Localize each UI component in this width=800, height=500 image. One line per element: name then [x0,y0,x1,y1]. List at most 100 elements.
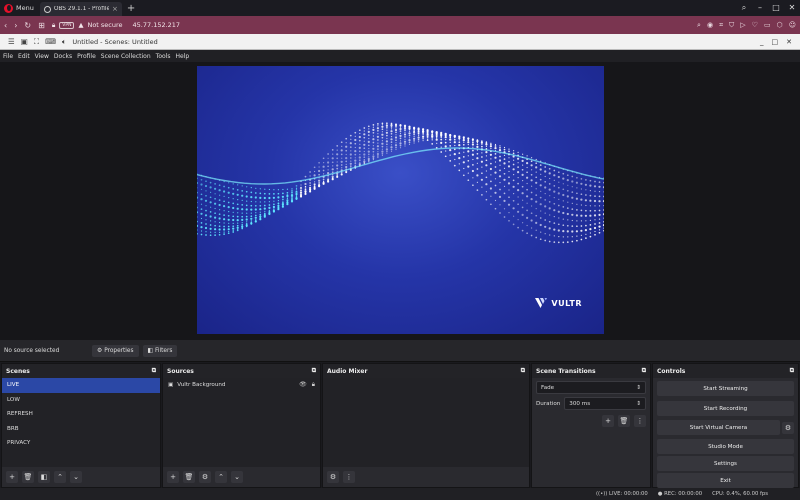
wave-particle [458,139,460,141]
wave-particle [223,228,226,231]
transition-select[interactable]: Fade ⇕ [536,381,646,394]
settings-button[interactable]: Settings [657,456,794,471]
undock-icon[interactable]: ⧉ [312,367,316,375]
wave-particle [598,209,601,212]
extensions-icon[interactable]: ⬡ [777,21,783,30]
shield-icon[interactable]: ⛉ [729,21,734,30]
reload-button[interactable]: ↻ [24,21,31,30]
virtual-camera-settings-icon[interactable]: ⚙ [782,421,794,434]
lock-icon[interactable]: 🔒︎ [312,381,315,389]
speed-dial-icon[interactable]: ⊞ [38,21,45,30]
remove-transition-icon[interactable]: 🗑︎ [618,415,630,427]
menu-view[interactable]: View [35,53,49,60]
fullscreen-icon[interactable]: ⛶ [34,37,39,47]
undock-icon[interactable]: ⧉ [642,367,646,375]
zoom-icon[interactable]: ⌕ [697,21,701,30]
minimize-button[interactable]: – [752,0,768,16]
program-preview[interactable]: VULTR [197,66,604,334]
wave-particle [531,227,533,229]
forward-button[interactable]: › [14,21,17,30]
transition-dropdown[interactable]: Fade ⇕ [536,381,646,394]
wave-particle [458,144,461,147]
scene-item-low[interactable]: LOW [2,393,160,408]
undock-icon[interactable]: ⧉ [521,367,525,375]
wave-particle [358,156,361,159]
scene-item-brb[interactable]: BRB [2,422,160,437]
play-icon[interactable]: ▷ [740,21,745,30]
visibility-eye-icon[interactable]: 👁︎ [299,381,307,389]
maximize-button[interactable]: □ [768,0,784,16]
scene-filters-icon[interactable]: ◧ [38,471,50,483]
wave-particle [205,205,207,207]
remote-maximize-button[interactable]: □ [772,38,779,46]
menu-edit[interactable]: Edit [18,53,30,60]
remote-minimize-button[interactable]: _ [760,38,764,46]
clipboard-icon[interactable]: ▣ [21,37,28,46]
scene-item-refresh[interactable]: REFRESH [2,407,160,422]
remove-source-icon[interactable]: 🗑︎ [183,471,195,483]
source-properties-icon[interactable]: ⚙ [199,471,211,483]
profile-icon[interactable]: ☺ [789,21,796,30]
advanced-audio-icon[interactable]: ⚙ [327,471,339,483]
undock-icon[interactable]: ⧉ [790,367,794,375]
tab-close-icon[interactable]: × [112,5,118,13]
browser-tab[interactable]: OBS 29.1.1 - Profile: U × [39,2,122,16]
back-button[interactable]: ‹ [4,21,7,30]
menu-docks[interactable]: Docks [54,53,72,60]
menu-file[interactable]: File [3,53,13,60]
opera-menu-button[interactable]: Menu [0,0,40,16]
add-source-button[interactable]: + [167,471,179,483]
camera-icon[interactable]: ◉ [707,21,713,30]
studio-mode-button[interactable]: Studio Mode [657,439,794,454]
keyboard-icon[interactable]: ⌨ [45,37,56,46]
hamburger-icon[interactable]: ☰ [8,37,15,46]
wave-particle [463,141,465,143]
menu-tools[interactable]: Tools [156,53,171,60]
wave-particle [408,141,411,144]
spinner-icon[interactable]: ⇕ [636,401,641,407]
wave-particle [453,148,456,151]
vpn-badge[interactable]: VPN [59,21,75,29]
move-down-icon[interactable]: ⌄ [231,471,243,483]
start-recording-button[interactable]: Start Recording [657,401,794,416]
scene-item-privacy[interactable]: PRIVACY [2,436,160,451]
properties-button[interactable]: ⚙ Properties [92,344,139,357]
new-tab-button[interactable]: + [122,3,140,14]
wave-particle [503,199,506,202]
search-tabs-icon[interactable]: ⌕ [736,0,752,16]
move-up-icon[interactable]: ⌃ [215,471,227,483]
add-transition-button[interactable]: + [602,415,614,427]
sound-icon[interactable]: 🔈︎ [62,37,67,47]
remote-close-button[interactable]: ✕ [786,38,792,46]
move-down-icon[interactable]: ⌄ [70,471,82,483]
mixer-menu-icon[interactable]: ⋮ [343,471,355,483]
menu-help[interactable]: Help [175,53,189,60]
start-virtual-camera-button[interactable]: Start Virtual Camera [657,420,780,435]
transition-menu-icon[interactable]: ⋮ [634,415,646,427]
wave-particle [200,183,203,186]
tab-title: OBS 29.1.1 - Profile: U [53,6,109,12]
start-streaming-button[interactable]: Start Streaming [657,381,794,396]
menu-profile[interactable]: Profile [77,53,96,60]
duration-input[interactable]: 300 ms ⇕ [564,397,646,410]
menu-scene-collection[interactable]: Scene Collection [101,53,151,60]
snapshot-icon[interactable]: ⌗ [719,21,723,30]
remove-scene-icon[interactable]: 🗑︎ [22,471,34,483]
audio-mixer-header: Audio Mixer ⧉ [323,364,529,378]
bookmark-icon[interactable]: ▭ [764,21,771,30]
source-item[interactable]: ▣ Vultr Background 👁︎ 🔒︎ [163,378,320,392]
wave-particle [603,229,604,232]
wave-particle [286,188,288,190]
add-scene-button[interactable]: + [6,471,18,483]
close-window-button[interactable]: ✕ [784,0,800,16]
wave-particle [323,180,325,182]
scene-item-live[interactable]: LIVE [2,378,160,393]
filters-button[interactable]: ◧ Filters [142,344,178,357]
exit-button[interactable]: Exit [657,473,794,488]
move-up-icon[interactable]: ⌃ [54,471,66,483]
undock-icon[interactable]: ⧉ [152,367,156,375]
wave-particle [589,219,591,221]
heart-icon[interactable]: ♡ [752,21,758,30]
url-field[interactable]: 🔒︎ VPN ▲ Not secure 45.77.152.217 [52,21,180,30]
wave-particle [232,227,235,230]
